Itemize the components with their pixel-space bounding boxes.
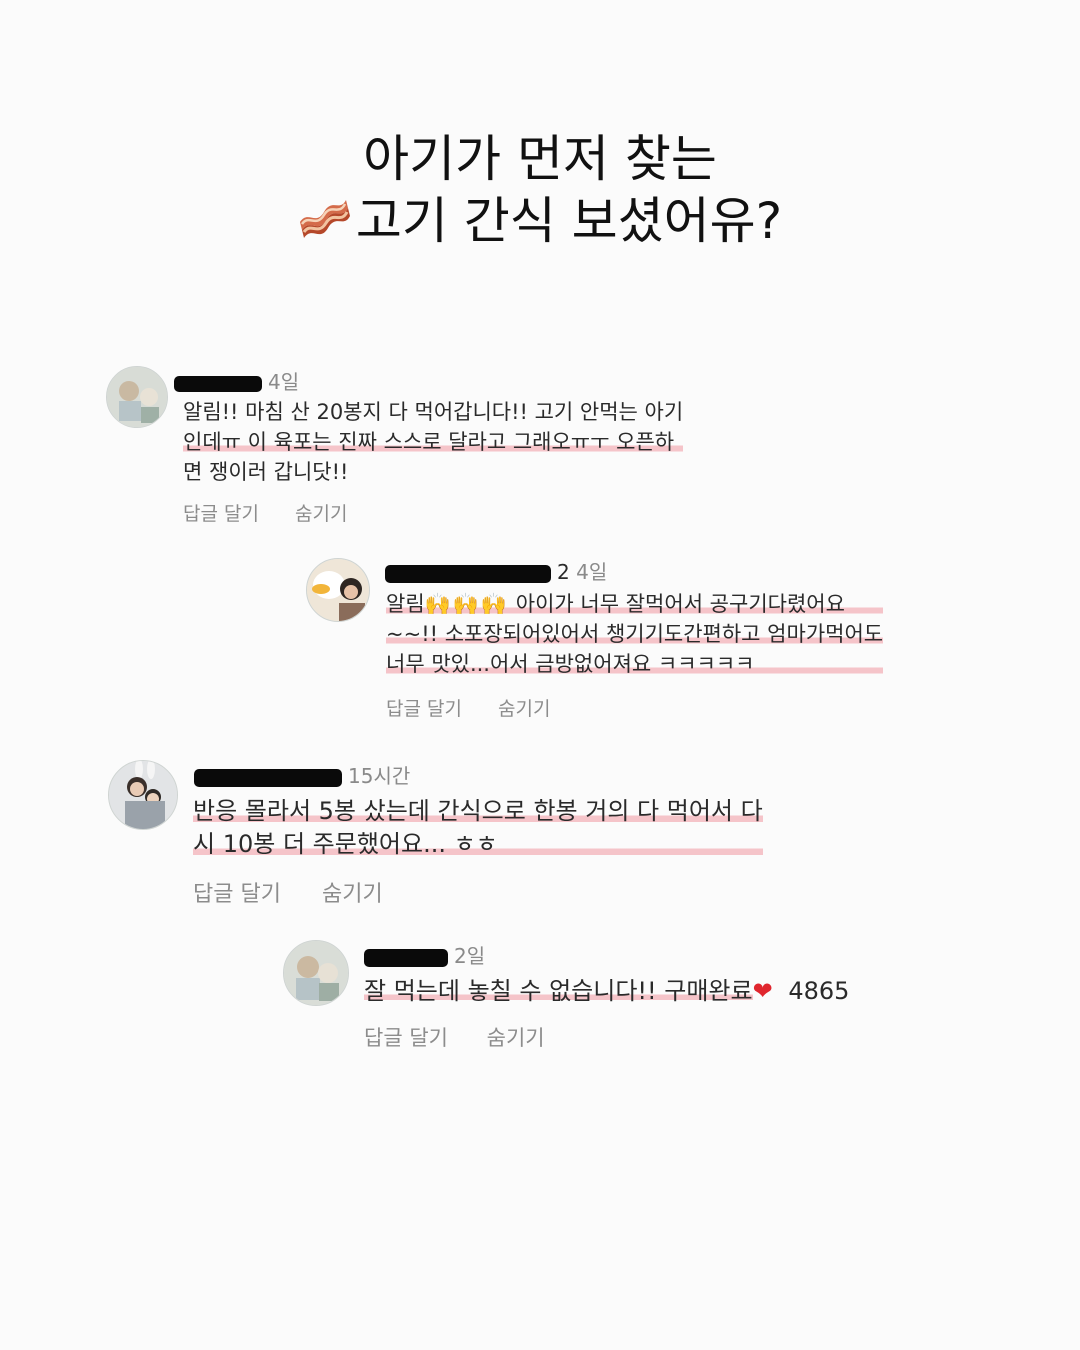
comment-time: 15시간 [348,764,411,788]
username-redacted[interactable] [385,564,551,583]
headline-line-2-text: 고기 간식 보셨어유? [355,192,783,250]
avatar[interactable] [306,558,370,622]
comment-line: 반응 몰라서 5봉 샀는데 간식으로 한봉 거의 다 먹어서 다 [193,795,763,828]
reply-button[interactable]: 답글 달기 [386,698,462,720]
comment-time: 4일 [268,370,300,394]
comment-time: 2일 [454,944,486,968]
avatar-photo [107,367,167,427]
hide-button[interactable]: 숨기기 [295,503,347,525]
comment-meta: 4일 [174,366,299,395]
comment-actions: 답글 달기 숨기기 [183,499,347,526]
avatar[interactable] [108,760,178,830]
comment-line-text: 알림!! 마침 산 20봉지 다 먹어갑니다!! 고기 안먹는 아기 [183,400,684,424]
hide-button[interactable]: 숨기기 [498,698,550,720]
comment-meta: 2 4일 [385,556,607,585]
comment-line-text: 알림 [386,592,425,616]
avatar[interactable] [283,940,349,1006]
comment-line-text: 너무 맛있...어서 금방없어져요 ㅋㅋㅋㅋㅋ [386,652,755,676]
comment-text: 잘 먹는데 놓칠 수 없습니다!! 구매완료❤ 4865 [364,974,849,1008]
comment-meta: 2일 [364,940,485,969]
reply-button[interactable]: 답글 달기 [183,503,259,525]
raising-hands-icon: 🙌🙌🙌 [424,592,510,616]
comment-actions: 답글 달기 숨기기 [386,694,550,721]
comment-line: 면 쟁이러 갑니닷!! [183,457,683,487]
username-redacted[interactable] [174,375,262,392]
username-redacted[interactable] [194,768,342,787]
comment-actions: 답글 달기 숨기기 [364,1022,545,1052]
bacon-icon [299,200,350,238]
comment-meta: 15시간 [194,760,410,789]
comment-line: 너무 맛있...어서 금방없어져요 ㅋㅋㅋㅋㅋ [386,649,884,679]
comment-line: 잘 먹는데 놓칠 수 없습니다!! 구매완료❤ 4865 [364,974,849,1008]
reply-button[interactable]: 답글 달기 [364,1026,448,1050]
comment-line-text: 시 10봉 더 주문했어요... ㅎㅎ [193,830,498,858]
headline-line-2: 고기 간식 보셨어유? [0,190,1080,252]
purchase-code: 4865 [788,977,850,1005]
comment-text: 알림🙌🙌🙌 아이가 너무 잘먹어서 공구기다렸어요 ~~!! 소포장되어있어서 … [386,589,884,679]
comment-line-text: ~~!! 소포장되어있어서 챙기기도간편하고 엄마가먹어도 [386,622,884,646]
comment-time: 4일 [576,560,608,584]
comment-line-text: 아이가 너무 잘먹어서 공구기다렸어요 [515,592,845,616]
hide-button[interactable]: 숨기기 [322,882,383,907]
avatar[interactable] [106,366,168,428]
headline: 아기가 먼저 찾는 고기 간식 보셨어유? [0,128,1080,252]
comment-text: 반응 몰라서 5봉 샀는데 간식으로 한봉 거의 다 먹어서 다 시 10봉 더… [193,795,763,861]
comment-line-text: 반응 몰라서 5봉 샀는데 간식으로 한봉 거의 다 먹어서 다 [193,797,763,825]
hide-button[interactable]: 숨기기 [487,1026,545,1050]
comment-line: 인데ㅠ 이 육포는 진짜 스스로 달라고 그래오ㅠㅜ 오픈하 [183,427,684,457]
username-redacted[interactable] [364,948,448,967]
comment-line-text: 면 쟁이러 갑니닷!! [183,460,349,484]
comment-text: 알림!! 마침 산 20봉지 다 먹어갑니다!! 고기 안먹는 아기 인데ㅠ 이… [183,397,684,487]
comment-line: ~~!! 소포장되어있어서 챙기기도간편하고 엄마가먹어도 [386,619,884,649]
avatar-photo [109,761,177,829]
username-suffix: 2 [557,560,570,584]
heart-icon: ❤ [752,977,773,1005]
comment-line-text: 인데ㅠ 이 육포는 진짜 스스로 달라고 그래오ㅠㅜ 오픈하 [183,430,675,454]
comment-line: 알림🙌🙌🙌 아이가 너무 잘먹어서 공구기다렸어요 [386,589,884,619]
comment-line-text: 잘 먹는데 놓칠 수 없습니다!! 구매완료 [364,977,753,1005]
reply-button[interactable]: 답글 달기 [193,882,281,907]
headline-line-1: 아기가 먼저 찾는 [363,130,717,188]
comment-line: 시 10봉 더 주문했어요... ㅎㅎ [193,828,763,861]
avatar-photo [284,941,348,1005]
avatar-photo [307,559,369,621]
comment-line: 알림!! 마침 산 20봉지 다 먹어갑니다!! 고기 안먹는 아기 [183,397,683,427]
comment-actions: 답글 달기 숨기기 [193,876,383,908]
